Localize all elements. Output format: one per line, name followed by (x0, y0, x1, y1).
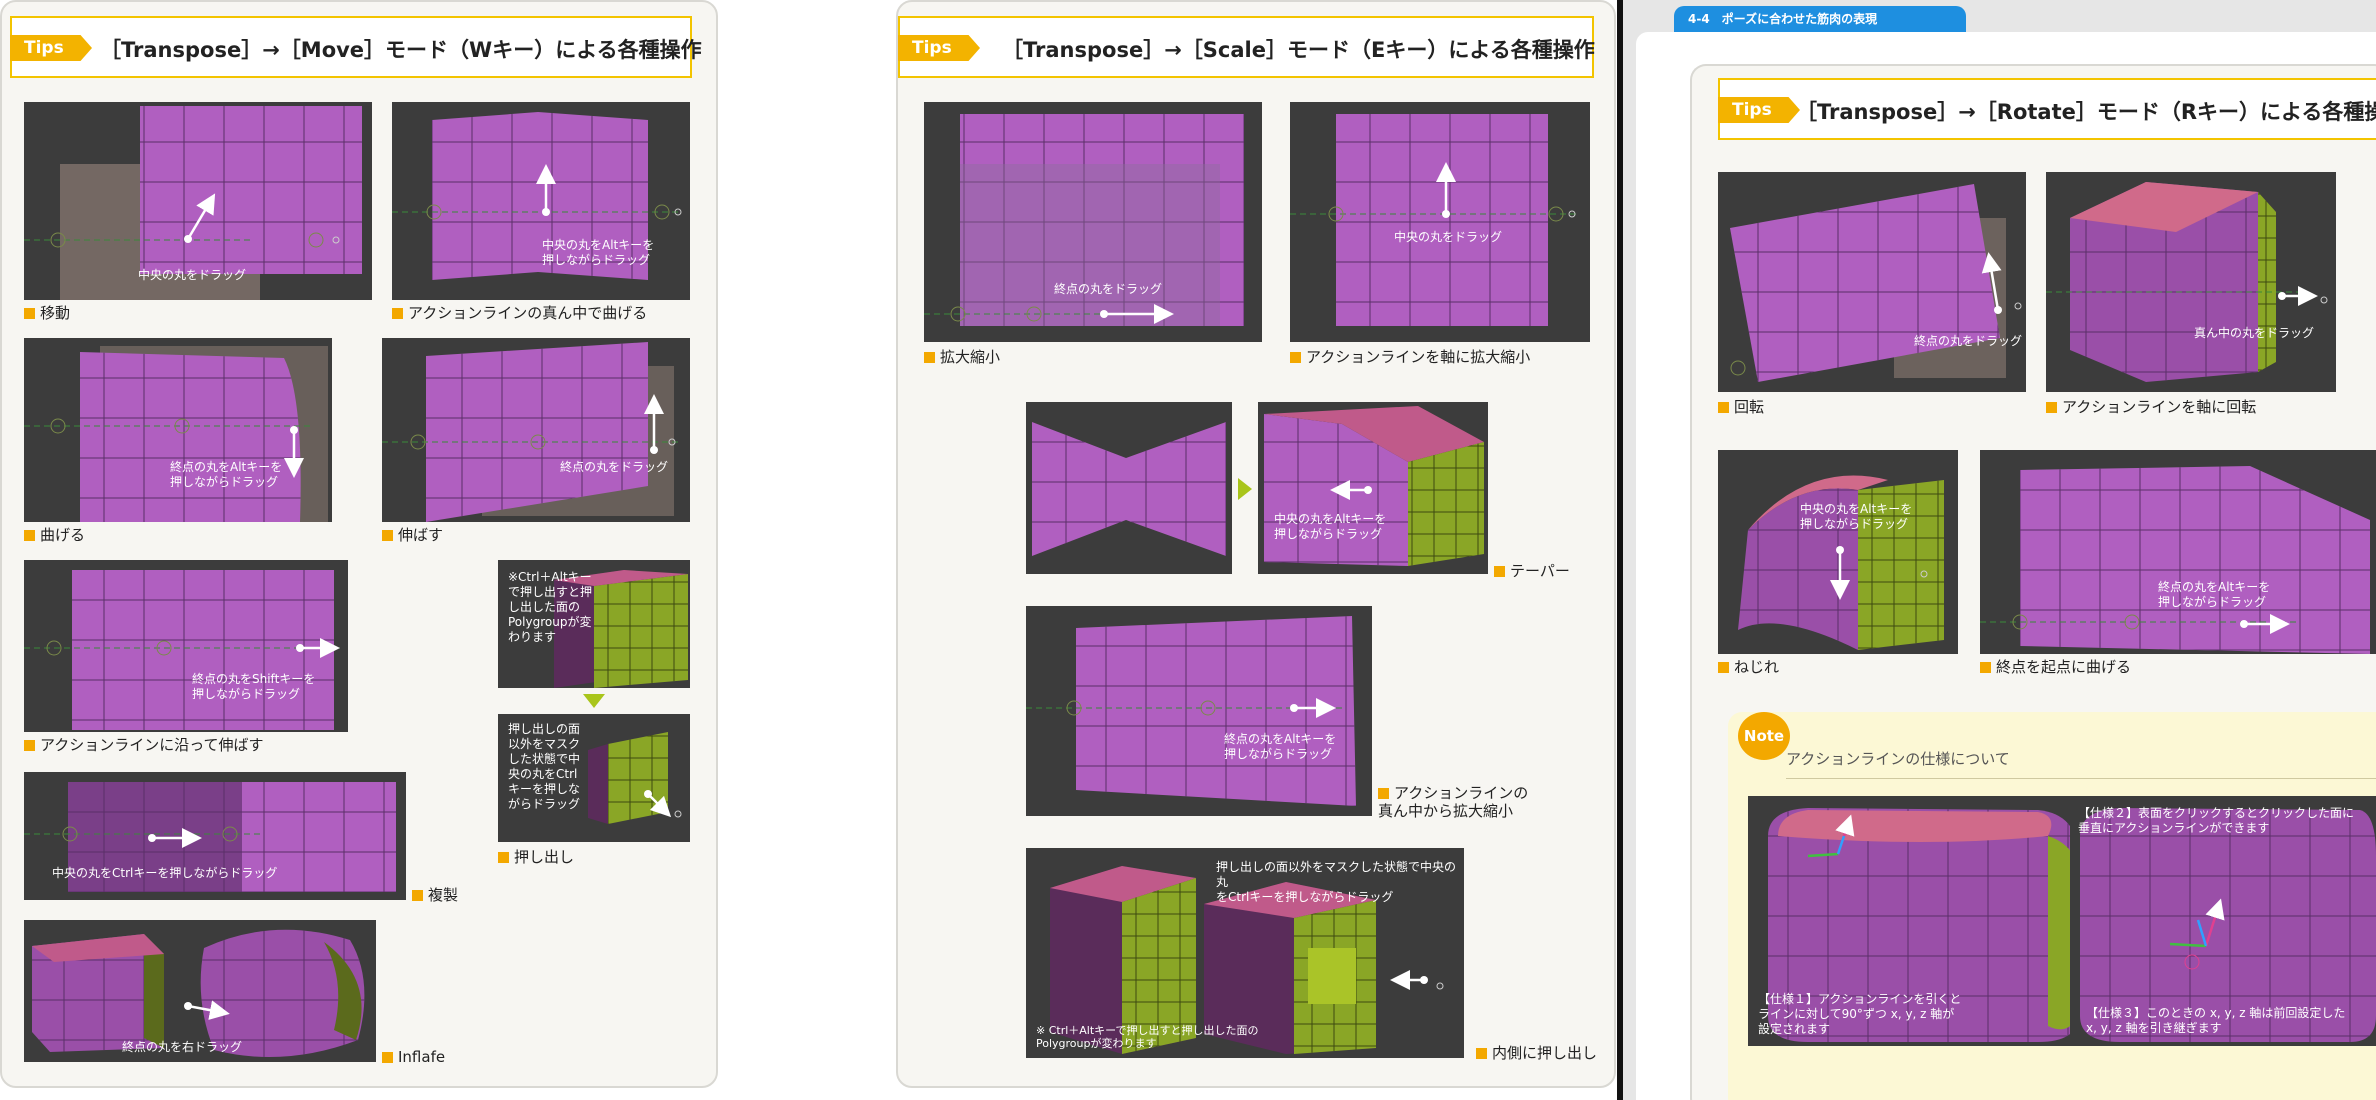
note-badge: Note (1738, 712, 1790, 760)
move-extrude-arrow (583, 694, 605, 708)
rotate-axis-image: 真ん中の丸をドラッグ (2046, 172, 2336, 392)
section-tab: 4-4 ポーズに合わせた筋肉の表現 (1674, 6, 1966, 32)
rotate-axis-instruction: 真ん中の丸をドラッグ (2194, 326, 2315, 340)
rotate-bend-end-image: 終点の丸をAltキーを 押しながらドラッグ (1980, 450, 2376, 654)
scale-axis-caption: アクションラインを軸に拡大縮小 (1290, 348, 1530, 366)
scale-taper-arrow (1238, 478, 1252, 500)
tips-badge: Tips (898, 35, 980, 61)
scale-taper-caption: テーパー (1494, 562, 1570, 580)
move-bend-caption: 曲げる (24, 526, 85, 544)
rotate-rotate-instruction: 終点の丸をドラッグ (1914, 334, 2023, 348)
scale-header: Tips ［Transpose］→［Scale］モード（Eキー）による各種操作 (898, 16, 1595, 78)
move-duplicate-instruction: 中央の丸をCtrlキーを押しながらドラッグ (52, 866, 278, 880)
move-inflate-instruction: 終点の丸を右ドラッグ (122, 1040, 243, 1054)
scale-title: ［Transpose］→［Scale］モード（Eキー）による各種操作 (1002, 38, 1595, 62)
rotate-rotate-caption: 回転 (1718, 398, 1764, 416)
move-bend-instruction: 終点の丸をAltキーを 押しながらドラッグ (170, 460, 283, 489)
move-bend-image: 終点の丸をAltキーを 押しながらドラッグ (24, 338, 332, 522)
move-extrude-caption: 押し出し (498, 848, 574, 866)
move-header: Tips ［Transpose］→［Move］モード（Wキー）による各種操作 (10, 16, 702, 78)
move-extrude-note1: ※Ctrl＋Altキー で押し出すと押 し出した面の Polygroupが変 わ… (508, 570, 593, 644)
scale-uniform-caption: 拡大縮小 (924, 348, 1000, 366)
note-spec2-image: 【仕様２】表面をクリックするとクリックした面に 垂直にアクションラインができます… (2070, 796, 2376, 1046)
rotate-twist-image: 中央の丸をAltキーを 押しながらドラッグ (1718, 450, 1958, 654)
move-stretch-along-instruction: 終点の丸をShiftキーを 押しながらドラッグ (192, 672, 316, 701)
scale-center-caption: アクションラインの 真ん中から拡大縮小 (1378, 784, 1529, 820)
move-title: ［Transpose］→［Move］モード（Wキー）による各種操作 (100, 38, 702, 62)
scale-uniform-instruction: 終点の丸をドラッグ (1054, 282, 1163, 296)
rotate-header: Tips ［Transpose］→［Rotate］モード（Rキー）による各種操作 (1718, 78, 2376, 140)
note-title: アクションラインの仕様について (1786, 750, 2010, 768)
rotate-twist-caption: ねじれ (1718, 658, 1779, 676)
move-stretch-along-image: 終点の丸をShiftキーを 押しながらドラッグ (24, 560, 348, 732)
note-spec1-image: 【仕様１】アクションラインを引くと ラインに対して90°ずつ x, y, z 軸… (1748, 796, 2100, 1046)
rotate-bend-end-caption: 終点を起点に曲げる (1980, 658, 2131, 676)
page: { "tips_label": "Tips", "move": { "title… (0, 0, 2376, 1100)
scale-inner-extrude-note: ※ Ctrl＋Altキーで押し出すと押し出した面の Polygroupが変わりま… (1036, 1024, 1259, 1050)
scale-taper-after-image: 中央の丸をAltキーを 押しながらドラッグ (1258, 402, 1488, 574)
scale-uniform-image: 終点の丸をドラッグ (924, 102, 1262, 342)
rotate-rotate-image: 終点の丸をドラッグ (1718, 172, 2026, 392)
note-spec3-text: 【仕様３】このときの x, y, z 軸は前回設定した x, y, z 軸を引き… (2086, 1006, 2346, 1035)
scale-center-instruction: 終点の丸をAltキーを 押しながらドラッグ (1224, 732, 1337, 761)
scale-inner-extrude-image: 押し出しの面以外をマスクした状態で中央の丸 をCtrlキーを押しながらドラッグ … (1026, 848, 1464, 1058)
rotate-twist-instruction: 中央の丸をAltキーを 押しながらドラッグ (1800, 502, 1913, 531)
move-bend-center-caption: アクションラインの真ん中で曲げる (392, 304, 647, 322)
move-translate-caption: 移動 (24, 304, 70, 322)
scale-inner-extrude-instruction: 押し出しの面以外をマスクした状態で中央の丸 をCtrlキーを押しながらドラッグ (1216, 860, 1457, 904)
scale-center-image: 終点の丸をAltキーを 押しながらドラッグ (1026, 606, 1372, 816)
note-spec1-text: 【仕様１】アクションラインを引くと ラインに対して90°ずつ x, y, z 軸… (1758, 992, 1962, 1036)
move-bend-center-image: 中央の丸をAltキーを 押しながらドラッグ (392, 102, 690, 300)
move-stretch-image: 終点の丸をドラッグ (382, 338, 690, 522)
scale-taper-instruction: 中央の丸をAltキーを 押しながらドラッグ (1274, 512, 1387, 541)
note-title-rule (1786, 778, 2376, 779)
scale-inner-extrude-caption: 内側に押し出し (1476, 1044, 1597, 1062)
move-extrude-step2-image: 押し出しの面 以外をマスク した状態で中 央の丸をCtrl キーを押しな がらド… (498, 714, 690, 842)
move-stretch-caption: 伸ばす (382, 526, 443, 544)
scale-axis-image: 中央の丸をドラッグ (1290, 102, 1590, 342)
rotate-title: ［Transpose］→［Rotate］モード（Rキー）による各種操作 (1796, 100, 2376, 124)
move-extrude-note2: 押し出しの面 以外をマスク した状態で中 央の丸をCtrl キーを押しな がらド… (508, 722, 581, 811)
move-duplicate-image: 中央の丸をCtrlキーを押しながらドラッグ (24, 772, 406, 900)
move-stretch-along-caption: アクションラインに沿って伸ばす (24, 736, 264, 754)
move-bend-center-instruction: 中央の丸をAltキーを 押しながらドラッグ (542, 238, 655, 267)
move-translate-instruction: 中央の丸をドラッグ (138, 268, 247, 282)
scale-axis-instruction: 中央の丸をドラッグ (1394, 230, 1503, 244)
move-inflate-image: 終点の丸を右ドラッグ (24, 920, 376, 1062)
tips-badge: Tips (10, 35, 92, 61)
rotate-axis-caption: アクションラインを軸に回転 (2046, 398, 2256, 416)
tips-badge: Tips (1718, 97, 1800, 123)
move-inflate-caption: Inflafe (382, 1048, 445, 1066)
move-stretch-instruction: 終点の丸をドラッグ (560, 460, 669, 474)
rotate-bend-end-instruction: 終点の丸をAltキーを 押しながらドラッグ (2158, 580, 2271, 609)
move-duplicate-caption: 複製 (412, 886, 458, 904)
note-spec2-text: 【仕様２】表面をクリックするとクリックした面に 垂直にアクションラインができます (2078, 806, 2355, 835)
move-extrude-step1-image: ※Ctrl＋Altキー で押し出すと押 し出した面の Polygroupが変 わ… (498, 560, 690, 688)
scale-taper-before-image (1026, 402, 1232, 574)
move-translate-image: 中央の丸をドラッグ (24, 102, 372, 300)
